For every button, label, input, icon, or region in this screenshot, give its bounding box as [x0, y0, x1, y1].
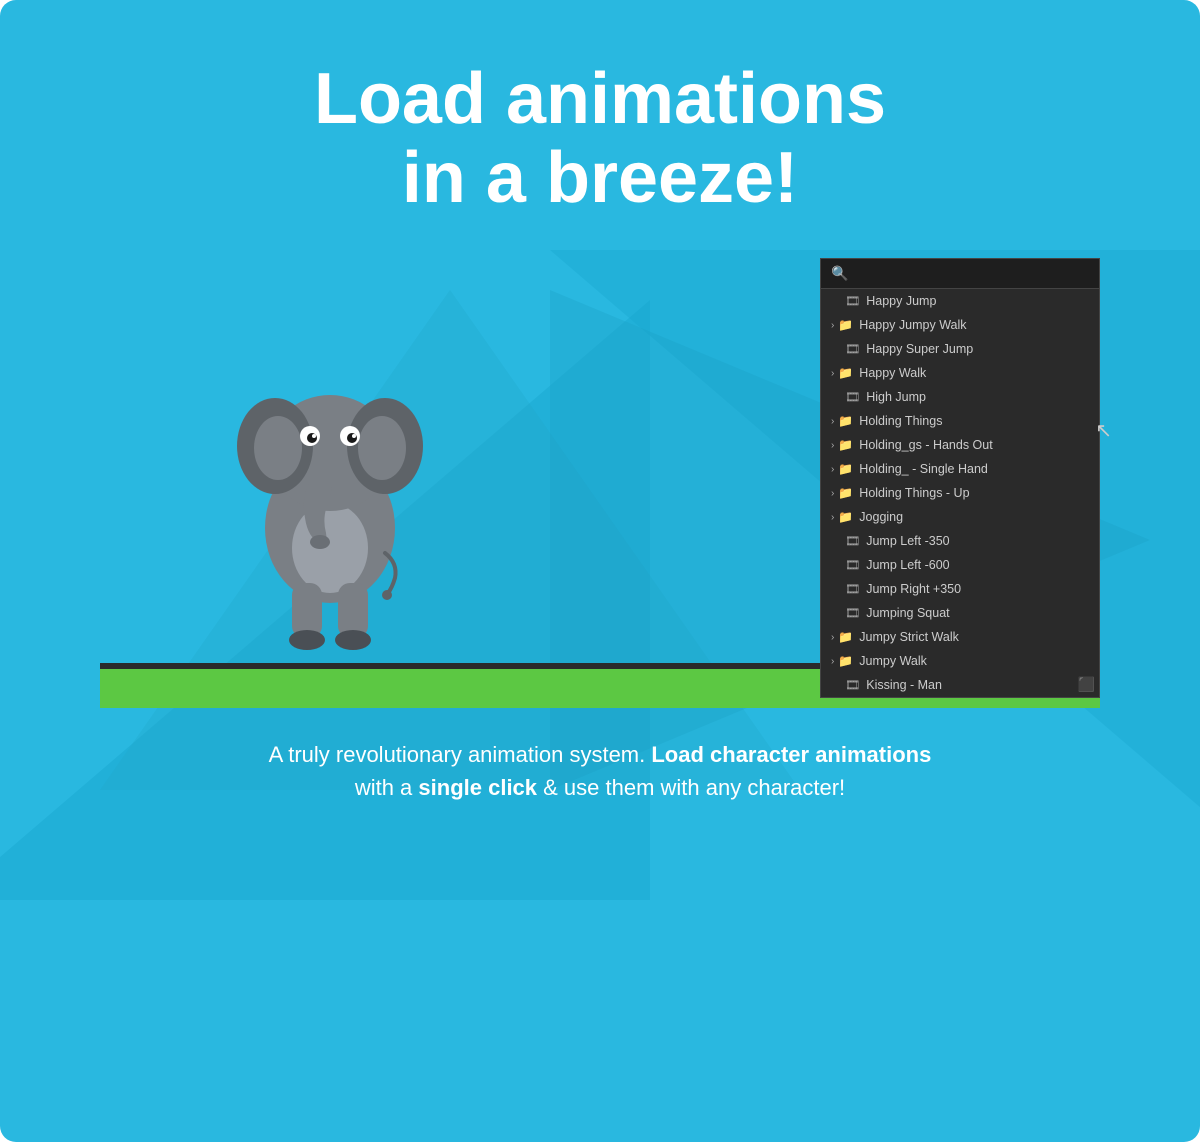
list-item[interactable]: ›📁Happy Walk	[821, 361, 1099, 385]
folder-icon: 📁	[838, 318, 853, 332]
expand-arrow: ›	[831, 464, 834, 475]
list-item[interactable]: ›📁Jumpy Walk	[821, 649, 1099, 673]
list-item[interactable]: 🎞Kissing - Man	[821, 673, 1099, 697]
animation-icon: 🎞	[845, 606, 860, 620]
expand-arrow: ›	[831, 512, 834, 523]
list-item[interactable]: 🎞Happy Jump	[821, 289, 1099, 313]
list-item[interactable]: ›📁Happy Jumpy Walk	[821, 313, 1099, 337]
resize-handle[interactable]: ⬛	[1078, 676, 1095, 693]
animation-panel: 🔍 🎞Happy Jump›📁Happy Jumpy Walk🎞Happy Su…	[820, 258, 1100, 698]
expand-arrow: ›	[831, 632, 834, 643]
mouse-cursor: ↖	[1095, 418, 1112, 443]
expand-arrow: ›	[831, 440, 834, 451]
bottom-description: A truly revolutionary animation system. …	[269, 738, 932, 804]
elephant-character	[230, 298, 430, 668]
list-item[interactable]: ›📁Holding_ - Single Hand	[821, 457, 1099, 481]
folder-icon: 📁	[838, 414, 853, 428]
search-bar[interactable]: 🔍	[821, 259, 1099, 289]
animation-icon: 🎞	[845, 558, 860, 572]
animation-icon: 🎞	[845, 342, 860, 356]
list-item[interactable]: 🎞Happy Super Jump	[821, 337, 1099, 361]
list-item[interactable]: 🎞High Jump	[821, 385, 1099, 409]
list-item[interactable]: ›📁Holding Things	[821, 409, 1099, 433]
list-item[interactable]: 🎞Jump Left -350	[821, 529, 1099, 553]
page-title: Load animations in a breeze!	[314, 60, 886, 218]
list-item[interactable]: ›📁Jogging	[821, 505, 1099, 529]
expand-arrow: ›	[831, 320, 834, 331]
expand-arrow: ›	[831, 416, 834, 427]
folder-icon: 📁	[838, 654, 853, 668]
header: Load animations in a breeze!	[314, 60, 886, 218]
main-container: Load animations in a breeze!	[0, 0, 1200, 1142]
animation-list[interactable]: 🎞Happy Jump›📁Happy Jumpy Walk🎞Happy Supe…	[821, 289, 1099, 697]
expand-arrow: ›	[831, 368, 834, 379]
animation-icon: 🎞	[845, 390, 860, 404]
folder-icon: 📁	[838, 510, 853, 524]
folder-icon: 📁	[838, 366, 853, 380]
expand-arrow: ›	[831, 488, 834, 499]
animation-icon: 🎞	[845, 678, 860, 692]
search-icon: 🔍	[831, 265, 848, 282]
list-item[interactable]: 🎞Jumping Squat	[821, 601, 1099, 625]
list-item[interactable]: ›📁Holding Things - Up	[821, 481, 1099, 505]
list-item[interactable]: 🎞Jump Left -600	[821, 553, 1099, 577]
animation-icon: 🎞	[845, 534, 860, 548]
list-item[interactable]: ›📁Holding_gs - Hands Out	[821, 433, 1099, 457]
folder-icon: 📁	[838, 486, 853, 500]
folder-icon: 📁	[838, 630, 853, 644]
expand-arrow: ›	[831, 656, 834, 667]
scene: 🔍 🎞Happy Jump›📁Happy Jumpy Walk🎞Happy Su…	[100, 238, 1100, 708]
list-item[interactable]: ›📁Jumpy Strict Walk	[821, 625, 1099, 649]
folder-icon: 📁	[838, 462, 853, 476]
list-item[interactable]: 🎞Jump Right +350	[821, 577, 1099, 601]
animation-icon: 🎞	[845, 294, 860, 308]
animation-icon: 🎞	[845, 582, 860, 596]
folder-icon: 📁	[838, 438, 853, 452]
